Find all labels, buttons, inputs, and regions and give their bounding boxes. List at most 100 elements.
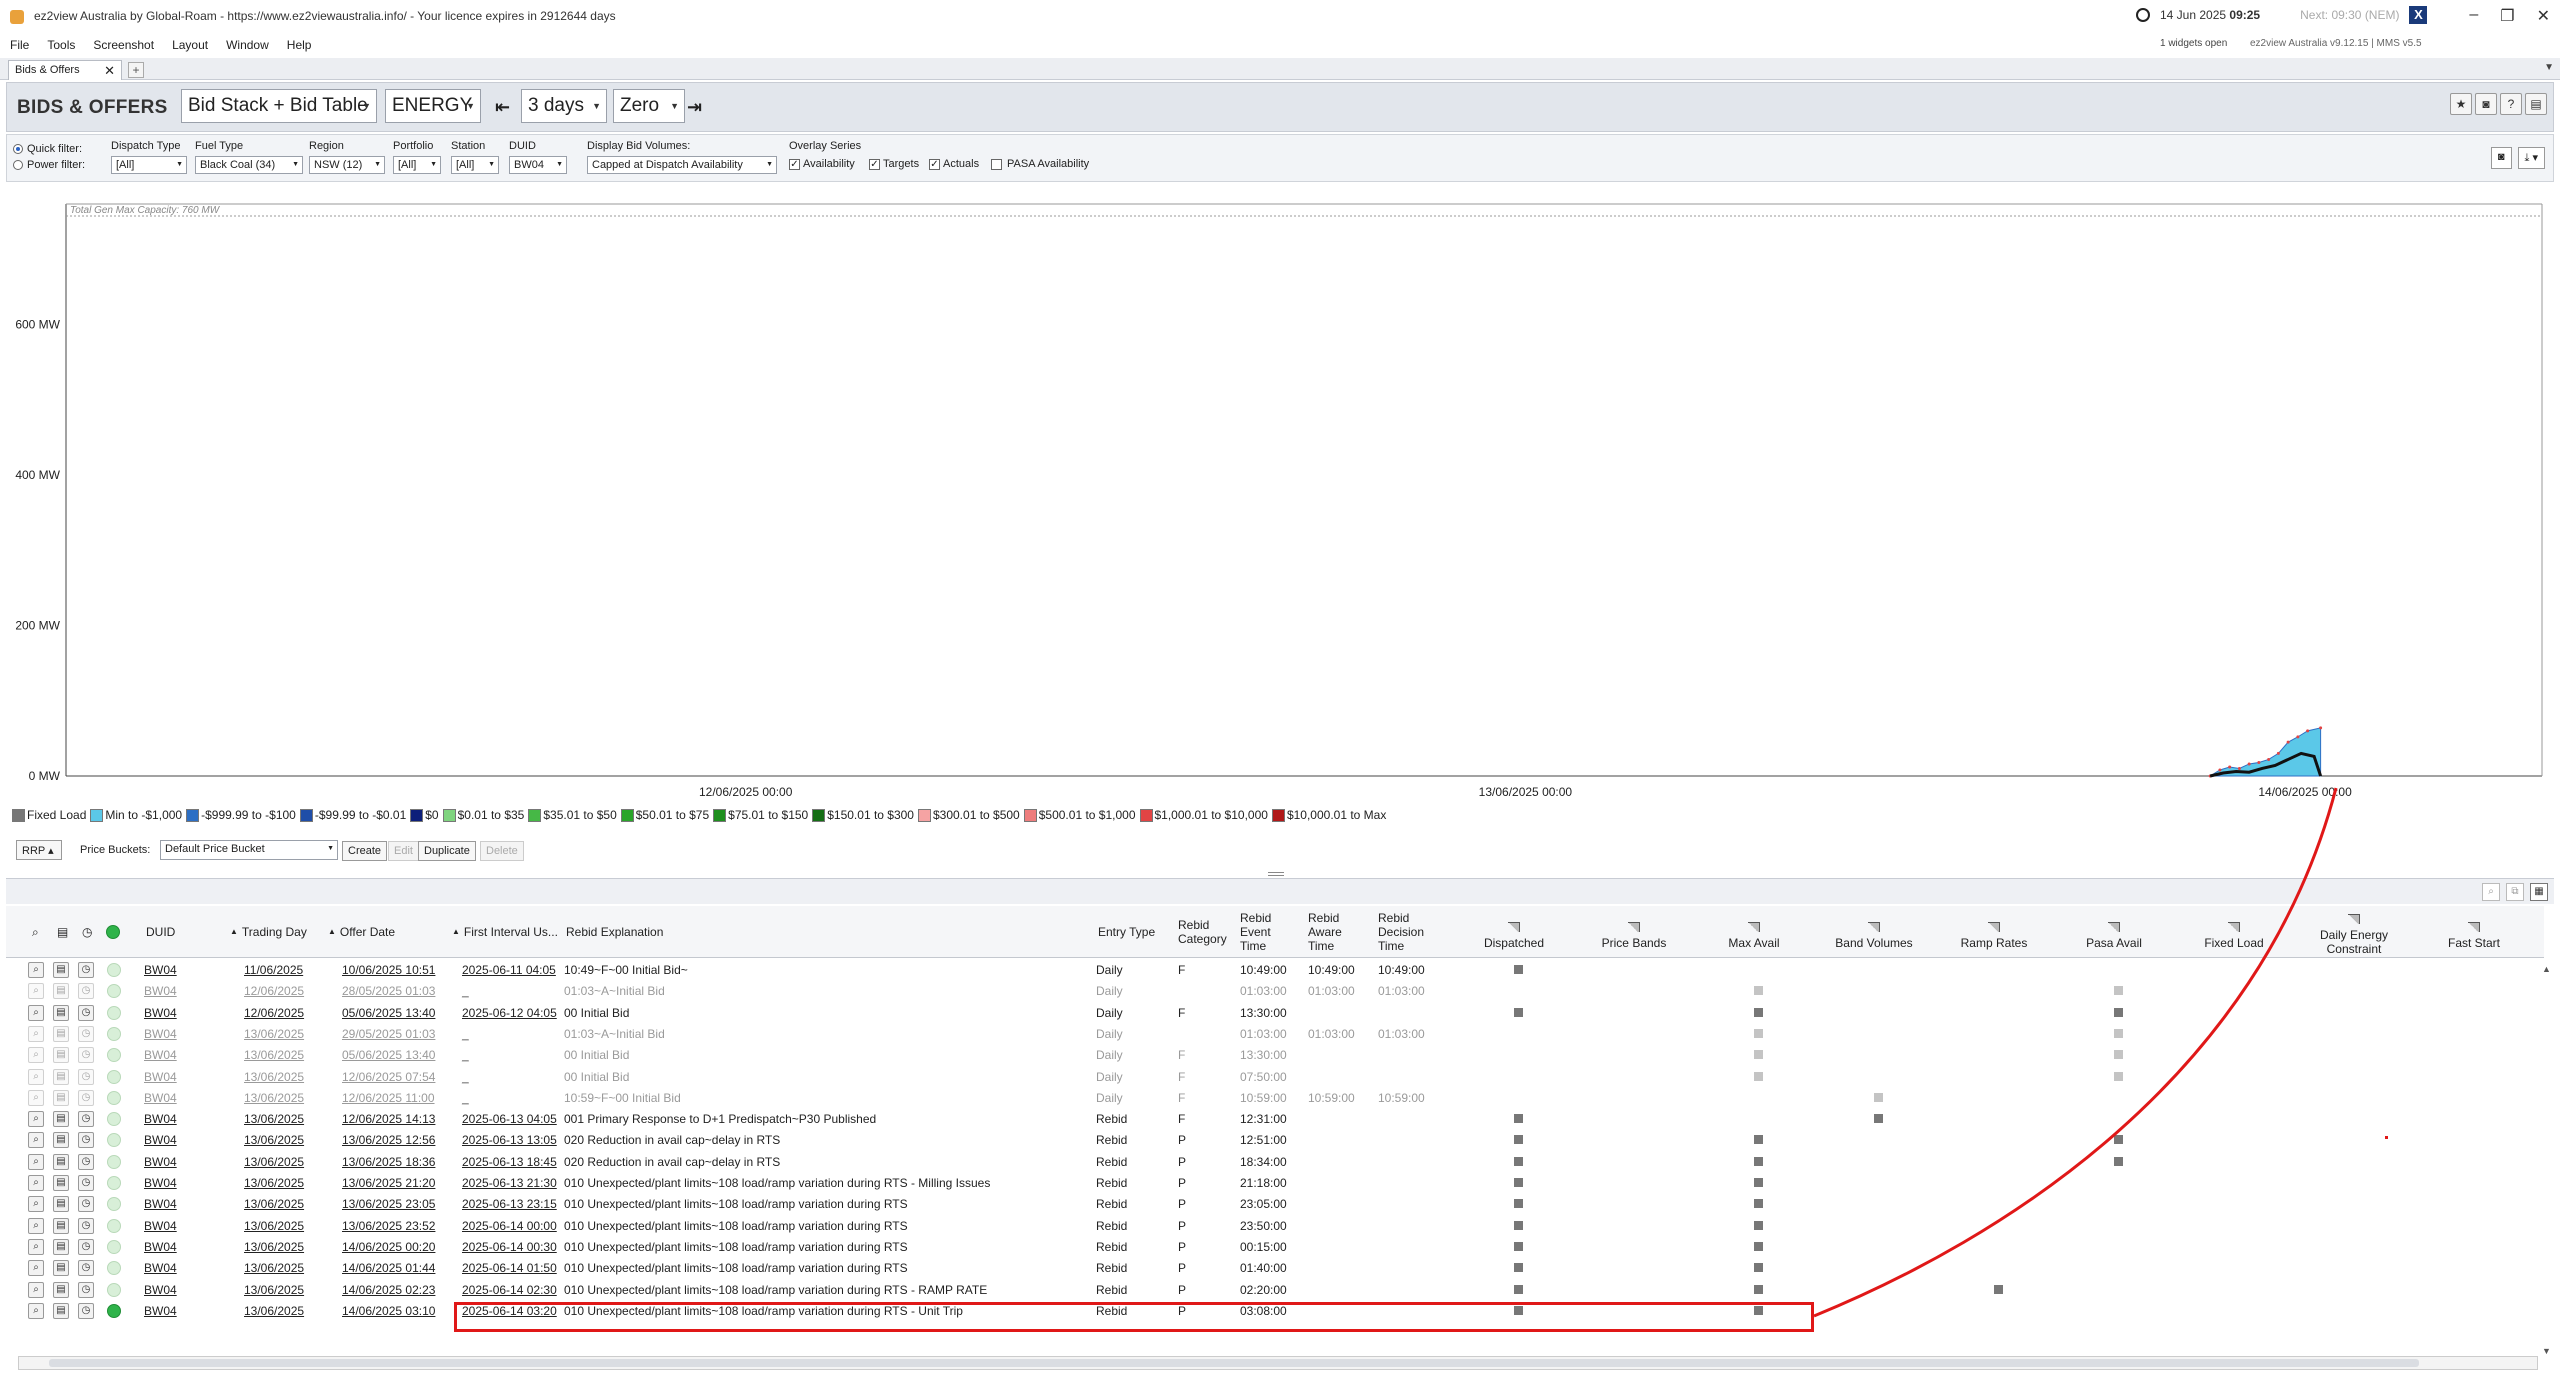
offer-date-cell[interactable]: 13/06/2025 23:52 (342, 1219, 435, 1233)
search-icon[interactable]: ⌕ (28, 1132, 44, 1149)
table-row[interactable]: ⌕ ▤ ◷ BW04 13/06/2025 12/06/2025 07:54 _ 00 Ini… (6, 1067, 2544, 1088)
first-interval-cell[interactable]: 2025-06-13 13:05 (462, 1133, 557, 1147)
search-icon[interactable]: ⌕ (28, 962, 44, 978)
go-end-button[interactable]: ⇥ (687, 97, 702, 118)
tab-close-icon[interactable]: ✕ (104, 63, 115, 79)
change-marker[interactable] (1754, 1263, 1763, 1273)
table-icon[interactable]: ▤ (53, 1047, 69, 1064)
offer-date-cell[interactable]: 12/06/2025 07:54 (342, 1070, 435, 1084)
offer-date-cell[interactable]: 05/06/2025 13:40 (342, 1048, 435, 1062)
change-marker[interactable] (1874, 1092, 1883, 1102)
change-marker[interactable] (1514, 1135, 1523, 1145)
table-icon[interactable]: ▤ (53, 1004, 69, 1021)
table-icon[interactable]: ▤ (53, 1281, 69, 1298)
delete-button[interactable]: Delete (480, 841, 524, 861)
col-rebid-category[interactable]: Rebid Category (1178, 906, 1228, 958)
history-icon[interactable]: ◷ (78, 1068, 94, 1085)
price-bucket-select[interactable]: Default Price Bucket ▼ (160, 840, 338, 860)
change-marker[interactable] (2114, 986, 2123, 996)
first-interval-cell[interactable]: 2025-06-14 00:00 (462, 1219, 557, 1233)
change-marker[interactable] (2114, 1028, 2123, 1038)
col-duid[interactable]: DUID (146, 906, 175, 958)
next-interval[interactable]: Next: 09:30 (NEM) (2300, 8, 2399, 22)
change-marker[interactable] (1514, 1263, 1523, 1273)
offer-date-cell[interactable]: 12/06/2025 11:00 (342, 1091, 435, 1105)
search-icon[interactable]: ⌕ (28, 1068, 44, 1085)
offer-date-cell[interactable]: 14/06/2025 03:10 (342, 1304, 435, 1318)
duid-cell[interactable]: BW04 (144, 1070, 177, 1084)
duid-cell[interactable]: BW04 (144, 1283, 177, 1297)
duid-cell[interactable]: BW04 (144, 1197, 177, 1211)
duration-select[interactable]: 3 days ▼ (521, 89, 607, 123)
change-marker[interactable] (1754, 1220, 1763, 1230)
duid-cell[interactable]: BW04 (144, 1240, 177, 1254)
change-marker[interactable] (1514, 1114, 1523, 1124)
targets-checkbox[interactable]: ✓ (869, 159, 880, 170)
table-icon[interactable]: ▤ (57, 906, 68, 958)
col-explanation[interactable]: Rebid Explanation (566, 906, 663, 958)
table-icon[interactable]: ▤ (53, 1025, 69, 1042)
table-row[interactable]: ⌕ ▤ ◷ BW04 13/06/2025 14/06/2025 02:23 2025-06… (6, 1280, 2544, 1301)
history-icon[interactable]: ◷ (78, 1132, 94, 1149)
trading-day-cell[interactable]: 13/06/2025 (244, 1283, 304, 1297)
offer-date-cell[interactable]: 28/05/2025 01:03 (342, 984, 435, 998)
duid-cell[interactable]: BW04 (144, 1304, 177, 1318)
change-marker[interactable] (1754, 1071, 1763, 1081)
table-row[interactable]: ⌕ ▤ ◷ BW04 12/06/2025 05/06/2025 13:40 2025-06… (6, 1003, 2544, 1024)
trading-day-cell[interactable]: 13/06/2025 (244, 1091, 304, 1105)
history-icon[interactable]: ◷ (78, 1025, 94, 1042)
table-row[interactable]: ⌕ ▤ ◷ BW04 13/06/2025 13/06/2025 21:20 2025-06… (6, 1173, 2544, 1194)
search-icon[interactable]: ⌕ (28, 1281, 44, 1298)
table-row[interactable]: ⌕ ▤ ◷ BW04 13/06/2025 13/06/2025 23:05 2025-06… (6, 1194, 2544, 1215)
legend-item[interactable]: Fixed Load (12, 808, 86, 822)
rrp-button[interactable]: RRP ▴ (16, 840, 62, 860)
display-bid-select[interactable]: Capped at Dispatch Availability ▼ (587, 156, 777, 174)
first-interval-cell[interactable]: _ (462, 1048, 469, 1062)
col-ramp-rates[interactable]: Ramp Rates (1934, 906, 2054, 958)
search-icon[interactable]: ⌕ (28, 1238, 44, 1255)
change-marker[interactable] (1754, 1199, 1763, 1209)
table-icon[interactable]: ▤ (53, 1089, 69, 1106)
table-row[interactable]: ⌕ ▤ ◷ BW04 13/06/2025 29/05/2025 01:03 _ 01:03~… (6, 1024, 2544, 1045)
change-marker[interactable] (2114, 1156, 2123, 1166)
edit-button[interactable]: Edit (388, 841, 419, 861)
offer-date-cell[interactable]: 13/06/2025 12:56 (342, 1133, 435, 1147)
col-event-time[interactable]: Rebid Event Time (1240, 906, 1300, 958)
help-icon[interactable]: ? (2500, 93, 2522, 115)
trading-day-cell[interactable]: 13/06/2025 (244, 1155, 304, 1169)
col-trading-day[interactable]: ▲ Trading Day (230, 906, 307, 958)
col-fast-start[interactable]: Fast Start (2414, 906, 2534, 958)
search-icon[interactable]: ⌕ (28, 1175, 44, 1191)
pasa-availability-checkbox[interactable] (991, 159, 1002, 170)
menu-help[interactable]: Help (287, 38, 312, 52)
offer-date-cell[interactable]: 10/06/2025 10:51 (342, 963, 435, 977)
table-row[interactable]: ⌕ ▤ ◷ BW04 13/06/2025 14/06/2025 01:44 2025-06… (6, 1258, 2544, 1279)
trading-day-cell[interactable]: 13/06/2025 (244, 1219, 304, 1233)
offer-date-cell[interactable]: 14/06/2025 01:44 (342, 1261, 435, 1275)
create-button[interactable]: Create (342, 841, 388, 861)
change-marker[interactable] (2114, 1071, 2123, 1081)
duid-cell[interactable]: BW04 (144, 1006, 177, 1020)
history-icon[interactable]: ◷ (78, 1047, 94, 1064)
search-icon[interactable]: ⌕ (28, 1111, 44, 1128)
search-icon[interactable]: ⌕ (28, 1260, 44, 1277)
star-icon[interactable]: ★ (2450, 93, 2472, 115)
duid-cell[interactable]: BW04 (144, 1261, 177, 1275)
history-icon[interactable]: ◷ (78, 962, 94, 978)
history-icon[interactable]: ◷ (78, 1153, 94, 1170)
legend-item[interactable]: Min to -$1,000 (90, 808, 182, 822)
duid-cell[interactable]: BW04 (144, 963, 177, 977)
restore-icon[interactable]: ❐ (2500, 6, 2514, 26)
first-interval-cell[interactable]: 2025-06-14 02:30 (462, 1283, 557, 1297)
first-interval-cell[interactable]: _ (462, 1091, 469, 1105)
availability-checkbox[interactable]: ✓ (789, 159, 800, 170)
col-first-interval[interactable]: ▲ First Interval Us... (452, 906, 558, 958)
menu-screenshot[interactable]: Screenshot (93, 38, 154, 52)
fuel-type-select[interactable]: Black Coal (34) ▼ (195, 156, 303, 174)
trading-day-cell[interactable]: 11/06/2025 (244, 963, 303, 977)
search-icon[interactable]: ⌕ (28, 1153, 44, 1170)
first-interval-cell[interactable]: 2025-06-14 01:50 (462, 1261, 557, 1275)
tab-menu-icon[interactable]: ▼ (2544, 62, 2554, 73)
col-entry-type[interactable]: Entry Type (1098, 906, 1158, 958)
legend-item[interactable]: $75.01 to $150 (713, 808, 808, 822)
